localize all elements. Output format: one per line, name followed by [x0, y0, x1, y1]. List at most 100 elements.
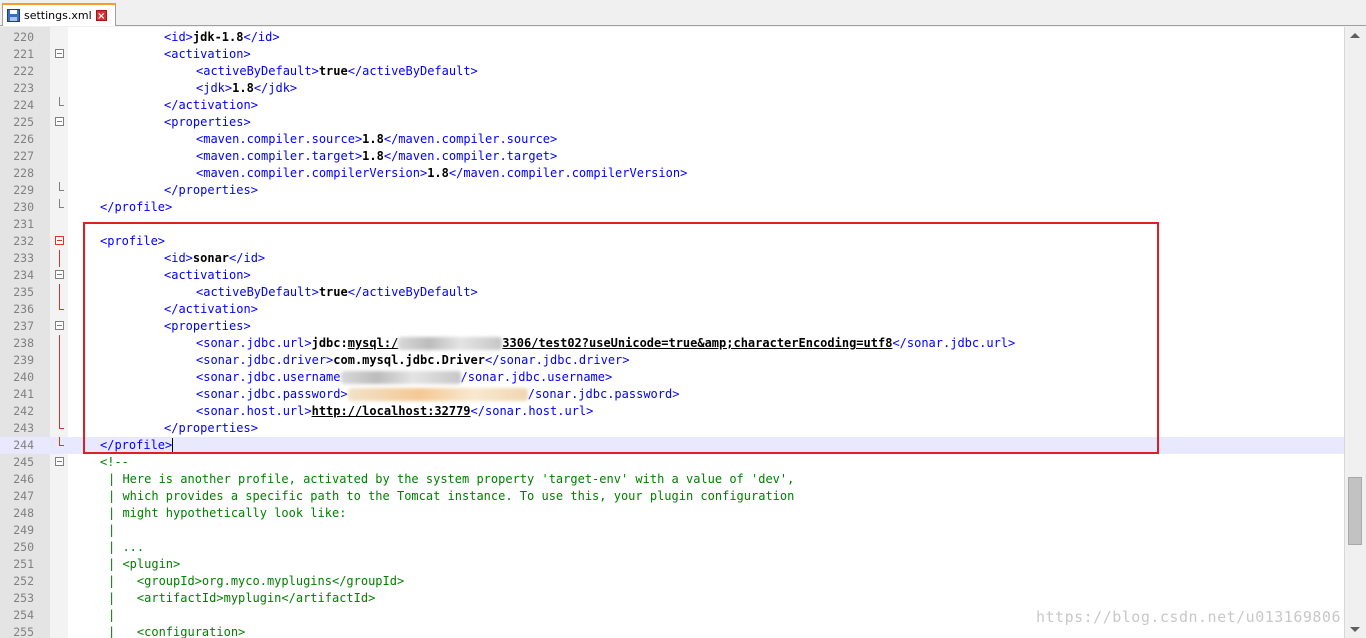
- code-line[interactable]: 229 </properties>: [0, 182, 1344, 199]
- code-line[interactable]: 224 </activation>: [0, 97, 1344, 114]
- xml-value: true: [318, 285, 348, 299]
- code-line[interactable]: 222 <activeByDefault>true</activeByDefaul…: [0, 63, 1344, 80]
- line-number: 241: [13, 387, 34, 401]
- scroll-down-arrow-icon[interactable]: [1350, 627, 1360, 632]
- code-editor[interactable]: 220 <id>jdk-1.8</id> 221 <activation> 222 <ac…: [0, 27, 1366, 638]
- scroll-up-arrow-icon[interactable]: [1350, 33, 1360, 38]
- code-line[interactable]: 248 | might hypothetically look like:: [0, 505, 1344, 522]
- code-line[interactable]: 220 <id>jdk-1.8</id>: [0, 29, 1344, 46]
- line-number: 234: [13, 268, 34, 282]
- line-number: 220: [13, 30, 34, 44]
- xml-tag: </activeByDefault>: [347, 64, 478, 78]
- code-line[interactable]: 221 <activation>: [0, 46, 1344, 63]
- code-line[interactable]: 231: [0, 216, 1344, 233]
- code-line[interactable]: 255 | <configuration>: [0, 624, 1344, 638]
- xml-tag: <maven.compiler.source>: [196, 132, 363, 146]
- xml-comment: | <groupId>org.myco.myplugins</groupId>: [108, 574, 405, 588]
- code-line[interactable]: 242 <sonar.host.url>http://localhost:3277…: [0, 403, 1344, 420]
- xml-value: sonar: [192, 251, 230, 265]
- code-line[interactable]: 241 <sonar.jdbc.password> /sonar.jdbc.pass…: [0, 386, 1344, 403]
- line-number: 237: [13, 319, 34, 333]
- redacted-text: [347, 388, 528, 401]
- xml-tag: </maven.compiler.target>: [383, 149, 558, 163]
- code-line[interactable]: 234 <activation>: [0, 267, 1344, 284]
- code-line[interactable]: 245 <!--: [0, 454, 1344, 471]
- code-line[interactable]: 252 | <groupId>org.myco.myplugins</groupI…: [0, 573, 1344, 590]
- code-line[interactable]: 223 <jdk>1.8</jdk>: [0, 80, 1344, 97]
- code-line[interactable]: 226 <maven.compiler.source>1.8</maven.com…: [0, 131, 1344, 148]
- fold-line: [59, 369, 60, 386]
- xml-tag: <sonar.jdbc.driver>: [196, 353, 334, 367]
- line-number: 246: [13, 472, 34, 486]
- code-text: </properties>: [164, 420, 258, 437]
- fold-toggle-icon[interactable]: [55, 457, 64, 466]
- xml-value: com.mysql.jdbc.Driver: [333, 353, 485, 367]
- tab-settings-xml[interactable]: settings.xml ×: [2, 3, 116, 26]
- scrollbar-thumb[interactable]: [1348, 477, 1362, 545]
- xml-tag: </activation>: [164, 302, 258, 316]
- fold-toggle-icon[interactable]: [55, 270, 64, 279]
- code-line[interactable]: 227 <maven.compiler.target>1.8</maven.com…: [0, 148, 1344, 165]
- close-icon[interactable]: ×: [95, 10, 107, 22]
- xml-comment: | Here is another profile, activated by …: [108, 472, 795, 486]
- line-number: 253: [13, 591, 34, 605]
- xml-tag: </activeByDefault>: [347, 285, 478, 299]
- code-text: <profile>: [100, 233, 165, 250]
- code-line[interactable]: 238 <sonar.jdbc.url>jdbc:mysql:/ 3306/test…: [0, 335, 1344, 352]
- code-line[interactable]: 243 </properties>: [0, 420, 1344, 437]
- code-line[interactable]: 228 <maven.compiler.compilerVersion>1.8</…: [0, 165, 1344, 182]
- vertical-scrollbar[interactable]: [1344, 27, 1366, 638]
- code-line[interactable]: 240 <sonar.jdbc.username/sonar.jdbc.usern…: [0, 369, 1344, 386]
- code-text: <id>sonar</id>: [164, 250, 265, 267]
- code-line[interactable]: 233 <id>sonar</id>: [0, 250, 1344, 267]
- line-number: 231: [13, 217, 34, 231]
- code-text: |: [108, 607, 115, 624]
- code-text: <sonar.jdbc.driver>com.mysql.jdbc.Driver…: [196, 352, 630, 369]
- code-line[interactable]: 247 | which provides a specific path to t…: [0, 488, 1344, 505]
- fold-line: [59, 352, 60, 369]
- code-line[interactable]: 236 </activation>: [0, 301, 1344, 318]
- code-line[interactable]: 230 </profile>: [0, 199, 1344, 216]
- xml-value: 1.8: [427, 166, 449, 180]
- fold-toggle-icon[interactable]: [55, 117, 64, 126]
- xml-comment: <!--: [100, 455, 129, 469]
- code-line[interactable]: 249 |: [0, 522, 1344, 539]
- xml-tag: </jdk>: [253, 81, 298, 95]
- fold-toggle-icon[interactable]: [55, 321, 64, 330]
- code-line[interactable]: 239 <sonar.jdbc.driver>com.mysql.jdbc.Dri…: [0, 352, 1344, 369]
- code-text: <activation>: [164, 46, 251, 63]
- xml-tag: <profile>: [100, 234, 166, 248]
- code-line[interactable]: 235 <activeByDefault>true</activeByDefaul…: [0, 284, 1344, 301]
- xml-tag: <id>: [164, 251, 193, 265]
- code-line[interactable]: 237 <properties>: [0, 318, 1344, 335]
- tab-label: settings.xml: [24, 9, 92, 22]
- code-line[interactable]: 251 | <plugin>: [0, 556, 1344, 573]
- code-text: |: [108, 522, 115, 539]
- xml-tag: <properties>: [164, 115, 251, 129]
- line-number: 238: [13, 336, 34, 350]
- xml-value: jdbc:: [311, 336, 348, 350]
- fold-line: [59, 403, 60, 420]
- fold-toggle-icon[interactable]: [55, 236, 64, 245]
- xml-tag: <maven.compiler.target>: [196, 149, 363, 163]
- code-line[interactable]: 246 | Here is another profile, activated …: [0, 471, 1344, 488]
- code-line[interactable]: 225 <properties>: [0, 114, 1344, 131]
- xml-tag: </sonar.host.url>: [470, 404, 594, 418]
- code-line[interactable]: 244 </profile>: [0, 437, 1344, 454]
- code-line[interactable]: 232 <profile>: [0, 233, 1344, 250]
- line-number: 226: [13, 132, 34, 146]
- code-text: | <plugin>: [108, 556, 180, 573]
- xml-tag: <sonar.host.url>: [196, 404, 312, 418]
- code-line[interactable]: 253 | <artifactId>myplugin</artifactId>: [0, 590, 1344, 607]
- xml-tag: <id>: [164, 30, 193, 44]
- code-text: | Here is another profile, activated by …: [108, 471, 794, 488]
- fold-end-tick: [59, 207, 64, 208]
- xml-tag: </sonar.jdbc.url>: [892, 336, 1016, 350]
- fold-toggle-icon[interactable]: [55, 49, 64, 58]
- code-text: <activeByDefault>true</activeByDefault>: [196, 284, 478, 301]
- xml-tag: </sonar.jdbc.driver>: [485, 353, 630, 367]
- line-number: 243: [13, 421, 34, 435]
- xml-tag: </maven.compiler.compilerVersion>: [448, 166, 688, 180]
- xml-value: 1.8: [232, 81, 254, 95]
- code-line[interactable]: 250 | ...: [0, 539, 1344, 556]
